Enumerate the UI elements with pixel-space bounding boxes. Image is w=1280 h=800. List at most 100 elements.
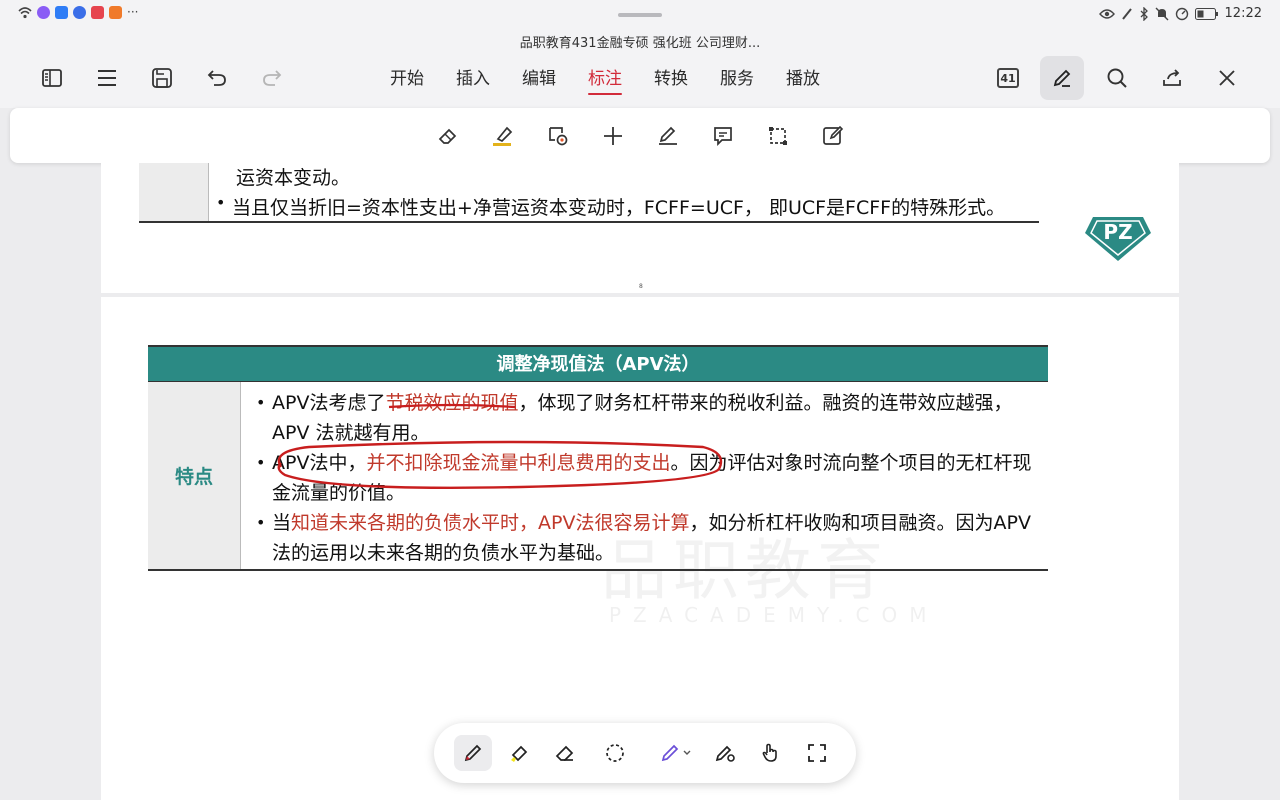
pen-mode-button[interactable] — [1040, 56, 1084, 100]
status-right: 12:22 — [1098, 6, 1262, 22]
lasso-icon — [606, 744, 624, 762]
bullet-2-red: 并不扣除现金流量中利息费用的支出 — [366, 452, 671, 474]
bluetooth-icon — [1140, 7, 1148, 21]
pen-color-picker[interactable] — [650, 735, 700, 771]
app-icon-blue — [73, 6, 86, 19]
eraser-pen-tool[interactable] — [546, 735, 584, 771]
chevron-down-icon — [683, 750, 691, 755]
area-highlight-tool[interactable] — [544, 122, 572, 150]
stylus-icon — [1121, 8, 1132, 20]
plus-icon — [604, 127, 622, 145]
apv-bullet-2: APV法中，并不扣除现金流量中利息费用的支出。因为评估对象时流向整个项目的无杠杆… — [256, 448, 1036, 508]
page-count-button[interactable]: 41 — [992, 62, 1024, 94]
add-tool[interactable] — [599, 122, 627, 150]
menu-button[interactable] — [91, 62, 123, 94]
apv-bullet-1: APV法考虑了节税效应的现值，体现了财务杠杆带来的税收利益。融资的连带效应越强，… — [256, 388, 1036, 448]
pz-logo: PZ — [1085, 217, 1151, 261]
edit-icon — [823, 125, 844, 145]
status-left: ··· — [18, 6, 138, 19]
bullet-3-red: 知道未来各期的负债水平时，APV法很容易计算 — [291, 512, 690, 534]
save-button[interactable] — [146, 62, 178, 94]
save-icon — [152, 68, 172, 88]
shape-tool[interactable] — [764, 122, 792, 150]
red-pen-icon — [464, 744, 482, 762]
hand-icon — [762, 743, 777, 762]
apv-bullet-3: 当知道未来各期的负债水平时，APV法很容易计算，如分析杠杆收购和项目融资。因为A… — [256, 508, 1036, 568]
lasso-tool[interactable] — [596, 735, 634, 771]
pen-icon — [1053, 69, 1071, 87]
redo-button[interactable] — [256, 62, 288, 94]
highlighter-tool[interactable] — [489, 122, 517, 150]
pz-logo-text: PZ — [1103, 220, 1132, 244]
drag-handle[interactable] — [618, 13, 662, 17]
highlighter-icon — [493, 126, 513, 146]
close-icon — [1219, 70, 1235, 86]
apv-table-body: 特点 APV法考虑了节税效应的现值，体现了财务杠杆带来的税收利益。融资的连带效应… — [148, 381, 1048, 571]
share-button[interactable] — [1156, 62, 1188, 94]
app-icon-cloud — [55, 6, 68, 19]
wifi-icon — [18, 7, 32, 19]
ribbon-tabs: 开始 插入 编辑 标注 转换 服务 播放 — [390, 64, 820, 95]
page-number: 8 — [639, 283, 643, 290]
bullet-2-pre: APV法中， — [272, 452, 367, 474]
tab-play[interactable]: 播放 — [786, 64, 820, 92]
battery-icon — [1194, 8, 1218, 20]
tab-service[interactable]: 服务 — [720, 64, 754, 92]
menu-icon — [98, 70, 116, 86]
tab-insert[interactable]: 插入 — [456, 64, 490, 92]
highlighter-pen-tool[interactable] — [500, 735, 538, 771]
touch-mode-tool[interactable] — [752, 735, 790, 771]
mute-icon — [1155, 7, 1169, 21]
highlighter-pen-icon — [511, 745, 528, 762]
document-title: 品职教育431金融专硕 强化班 公司理财... — [519, 36, 761, 51]
apv-table: 调整净现值法（APV法） 特点 APV法考虑了节税效应的现值，体现了财务杠杆带来… — [148, 345, 1048, 571]
pen-toolbar — [434, 723, 856, 783]
app-icon-purple — [37, 6, 50, 19]
purple-pen-icon — [661, 744, 679, 762]
edit-tool[interactable] — [819, 122, 847, 150]
fullscreen-tool[interactable] — [798, 735, 836, 771]
sidebar-toggle-button[interactable] — [36, 62, 68, 94]
close-button[interactable] — [1211, 62, 1243, 94]
app-header: 品职教育431金融专硕 强化班 公司理财... 开始 插入 编辑 标注 转换 服… — [0, 30, 1280, 108]
fullscreen-icon — [808, 744, 826, 762]
undo-icon — [207, 70, 226, 86]
comment-icon — [714, 127, 732, 147]
apv-bullets: APV法考虑了节税效应的现值，体现了财务杠杆带来的税收利益。融资的连带效应越强，… — [256, 388, 1036, 568]
eraser-tool[interactable] — [434, 122, 462, 150]
pen-settings-icon — [715, 745, 735, 762]
apv-row-label: 特点 — [148, 382, 241, 569]
shape-icon — [769, 127, 787, 145]
more-dots: ··· — [127, 5, 139, 19]
app-icon-red — [91, 6, 104, 19]
text-pen-tool[interactable] — [654, 122, 682, 150]
page1-bullet-text: 当且仅当折旧=资本性支出+净营运资本变动时，FCFF=UCF， 即UCF是FCF… — [232, 197, 1006, 219]
text-pen-icon — [659, 126, 677, 145]
bullet-3-pre: 当 — [272, 512, 292, 534]
comment-tool[interactable] — [709, 122, 737, 150]
status-bar: ··· 12:22 — [0, 0, 1280, 30]
area-highlight-icon — [549, 127, 568, 146]
tab-edit[interactable]: 编辑 — [522, 64, 556, 92]
page1-text-line: 运资本变动。 — [236, 167, 351, 189]
search-button[interactable] — [1101, 62, 1133, 94]
bullet-1-red: 节税效应的现值 — [385, 392, 519, 414]
share-icon — [1163, 69, 1181, 86]
eraser-icon — [438, 128, 457, 144]
search-icon — [1107, 68, 1127, 88]
app-icon-orange — [109, 6, 122, 19]
sidebar-icon — [42, 69, 62, 87]
table-label-cell — [139, 163, 209, 221]
bullet-1-pre: APV法考虑了 — [272, 392, 386, 414]
tab-convert[interactable]: 转换 — [654, 64, 688, 92]
pen-tool[interactable] — [454, 735, 492, 771]
pen-settings-tool[interactable] — [706, 735, 744, 771]
tab-annotate[interactable]: 标注 — [588, 64, 622, 95]
undo-button[interactable] — [201, 62, 233, 94]
apv-table-title: 调整净现值法（APV法） — [148, 345, 1048, 381]
eraser-icon — [555, 745, 574, 761]
annotation-toolbar — [10, 108, 1270, 163]
redo-icon — [263, 70, 282, 86]
tab-start[interactable]: 开始 — [390, 64, 424, 92]
document-page-previous: 运资本变动。 当且仅当折旧=资本性支出+净营运资本变动时，FCFF=UCF， 即… — [101, 163, 1179, 293]
